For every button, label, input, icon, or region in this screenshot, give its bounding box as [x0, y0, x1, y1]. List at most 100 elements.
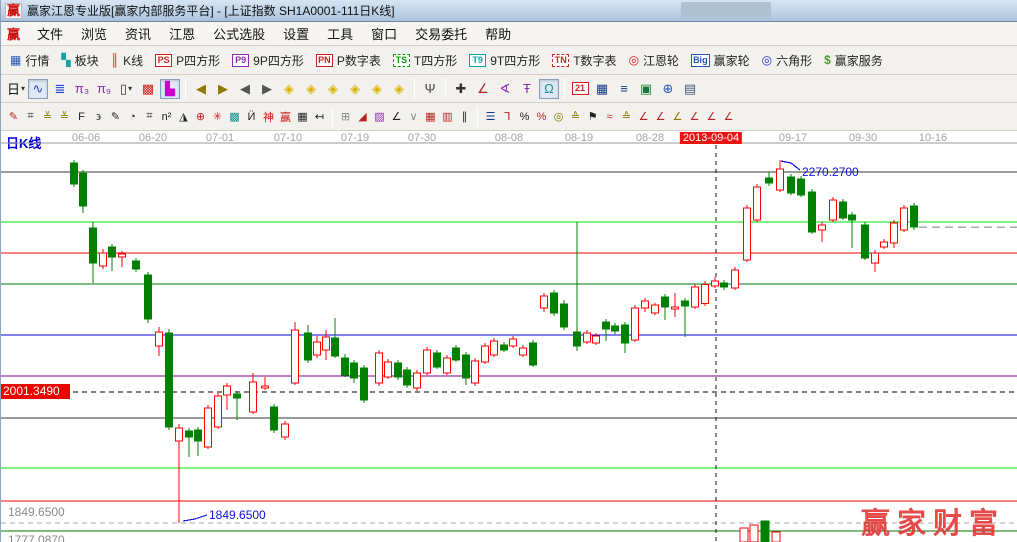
toolbar-9p-square-button[interactable]: P99P四方形 [227, 49, 311, 72]
k-mark-icon[interactable]: Ӥ [243, 108, 260, 126]
candle-body[interactable] [395, 363, 402, 377]
number-grid-icon[interactable]: ▦ [294, 108, 311, 126]
brush-icon[interactable]: ✎ [5, 108, 22, 126]
candle-body[interactable] [109, 247, 116, 257]
trend-line-icon[interactable]: ∠ [388, 108, 405, 126]
candle-body[interactable] [414, 373, 421, 388]
zoom-h-icon[interactable]: ◈ [323, 79, 343, 99]
gold-ruler-1-icon[interactable]: ≚ [39, 108, 56, 126]
candle-body[interactable] [100, 253, 107, 266]
f-angle-icon[interactable]: ∠ [652, 108, 669, 126]
toolbar-winner-wheel-button[interactable]: Big赢家轮 [686, 49, 757, 72]
toolbar-quotes-button[interactable]: ▦行情 [5, 49, 56, 72]
candle-body[interactable] [342, 358, 349, 375]
candle-body[interactable] [453, 348, 460, 360]
candle-body[interactable] [862, 225, 869, 258]
save-disk-icon[interactable]: ▣ [636, 79, 656, 99]
flag-pencil-icon[interactable]: ⚑ [584, 108, 601, 126]
crosshair-icon[interactable]: ✚ [451, 79, 471, 99]
bars-3-icon[interactable]: π₃ [72, 79, 92, 99]
dense-grid-icon[interactable]: ▦ [422, 108, 439, 126]
candle-body[interactable] [71, 163, 78, 184]
cycle-tree-icon[interactable]: Ŧ [517, 79, 537, 99]
candle-body[interactable] [282, 424, 289, 437]
candle-body[interactable] [530, 343, 537, 365]
candle-body[interactable] [491, 341, 498, 355]
next-icon[interactable]: ▶ [257, 79, 277, 99]
candle-body[interactable] [482, 346, 489, 362]
candle-body[interactable] [205, 408, 212, 447]
shaded-fan-icon[interactable]: ▨ [371, 108, 388, 126]
candle-body[interactable] [195, 430, 202, 441]
zoom-plus-icon[interactable]: ◈ [367, 79, 387, 99]
target-cross-icon[interactable]: ⊕ [192, 108, 209, 126]
candle-body[interactable] [463, 355, 470, 378]
info-doc-icon[interactable]: ≣ [50, 79, 70, 99]
candle-body[interactable] [361, 368, 368, 400]
menu-item-7[interactable]: 窗口 [362, 22, 406, 45]
candle-body[interactable] [314, 342, 321, 355]
candle-body[interactable] [271, 407, 278, 430]
candle-body[interactable] [593, 336, 600, 343]
candle-body[interactable] [682, 301, 689, 306]
zoom-all-icon[interactable]: ◈ [389, 79, 409, 99]
wave-band-icon[interactable]: ≈ [601, 108, 618, 126]
candle-body[interactable] [881, 242, 888, 247]
candle-body[interactable] [434, 353, 441, 367]
gold-band-icon[interactable]: ≙ [618, 108, 635, 126]
seven-pct-line-icon[interactable]: ⅂ [499, 108, 516, 126]
candle-body[interactable] [603, 322, 610, 329]
si-angle-icon[interactable]: ∠ [720, 108, 737, 126]
angle-measure-icon[interactable]: ∠ [473, 79, 493, 99]
candle-body[interactable] [472, 361, 479, 383]
web-data-icon[interactable]: ⊕ [658, 79, 678, 99]
candle-body[interactable] [444, 358, 451, 373]
last-page-icon[interactable]: ▶ [213, 79, 233, 99]
volume-histogram-icon[interactable]: ▙ [160, 79, 180, 99]
red-pattern-icon[interactable]: ▩ [138, 79, 158, 99]
candle-body[interactable] [632, 308, 639, 340]
angle-ruler-icon[interactable]: ◮ [175, 108, 192, 126]
matrix-grid-icon[interactable]: ▥ [439, 108, 456, 126]
candle-body[interactable] [520, 348, 527, 355]
net-grid-icon[interactable]: ▩ [226, 108, 243, 126]
candle-body[interactable] [119, 254, 126, 257]
candle-body[interactable] [561, 304, 568, 327]
candle-style-icon[interactable]: ▯▾ [116, 79, 136, 99]
menu-item-2[interactable]: 资讯 [116, 22, 160, 45]
candle-body[interactable] [672, 307, 679, 309]
menu-item-0[interactable]: 文件 [28, 22, 72, 45]
brain-tool-icon[interactable]: Ω [539, 79, 559, 99]
candle-body[interactable] [612, 326, 619, 331]
candle-body[interactable] [891, 223, 898, 243]
candle-body[interactable] [732, 270, 739, 288]
candle-body[interactable] [305, 333, 312, 360]
menu-item-5[interactable]: 设置 [274, 22, 318, 45]
menu-item-1[interactable]: 浏览 [72, 22, 116, 45]
candle-body[interactable] [830, 200, 837, 220]
candle-body[interactable] [551, 293, 558, 313]
angle-gauge-icon[interactable]: ∢ [495, 79, 515, 99]
candle-body[interactable] [702, 284, 709, 303]
clock-cycle-icon[interactable]: ◔ [124, 108, 141, 126]
zoom-right-icon[interactable]: ◈ [301, 79, 321, 99]
toolbar-9t-square-button[interactable]: T99T四方形 [464, 49, 547, 72]
candle-body[interactable] [872, 253, 879, 263]
toolbar-p-number-table-button[interactable]: PNP数字表 [311, 49, 388, 72]
gold-line-icon[interactable]: ≙ [567, 108, 584, 126]
menu-item-6[interactable]: 工具 [318, 22, 362, 45]
candle-body[interactable] [766, 178, 773, 183]
toolbar-kline-button[interactable]: ║K线 [106, 49, 151, 72]
j-angle-icon[interactable]: ∠ [635, 108, 652, 126]
toolbar-t-square-button[interactable]: TST四方形 [388, 49, 464, 72]
toolbar-hexagon-button[interactable]: ◎六角形 [757, 49, 820, 72]
kline-chart-area[interactable]: 日K线 06-0606-2007-0107-1007-1907-3008-080… [1, 131, 1017, 542]
candle-body[interactable] [424, 350, 431, 373]
percent-icon[interactable]: % [516, 108, 533, 126]
candle-body[interactable] [692, 287, 699, 307]
span-arrows-icon[interactable]: ↤ [311, 108, 328, 126]
gold-ruler-2-icon[interactable]: ≚ [56, 108, 73, 126]
wave-check-icon[interactable]: ∨ [405, 108, 422, 126]
toolbar-t-number-table-button[interactable]: TNT数字表 [547, 49, 623, 72]
toolbar-gann-wheel-button[interactable]: ◎江恩轮 [624, 49, 687, 72]
